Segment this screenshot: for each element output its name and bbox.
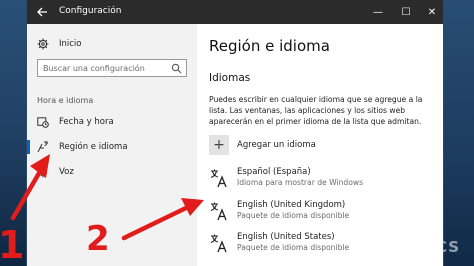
sidebar-item-label: Voz [59,167,74,177]
sidebar-item-date-time[interactable]: Fecha y hora [27,112,197,132]
maximize-button[interactable]: ☐ [393,0,419,24]
arrow-left-icon [37,7,47,17]
search-input[interactable]: Buscar una configuración [37,59,187,77]
gear-icon [37,38,49,50]
close-icon: ✕ [427,6,437,18]
minimize-icon: — [373,6,383,18]
language-name: English (United States) [237,232,335,242]
sidebar-item-label: Región e idioma [59,142,128,152]
section-label: Hora e idioma [37,96,94,105]
settings-window: Configuración — ☐ ✕ Inicio Buscar una co… [26,0,444,266]
language-name: Español (España) [237,167,311,177]
window-title: Configuración [59,6,122,16]
sidebar-item-home[interactable]: Inicio [37,37,82,51]
add-language-button[interactable]: + Agregar un idioma [209,134,316,156]
desktop-background-right [444,0,474,266]
close-button[interactable]: ✕ [419,0,443,24]
region-language-icon [37,141,48,153]
maximize-icon: ☐ [401,6,411,18]
sidebar: Inicio Buscar una configuración Hora e i… [27,24,197,266]
languages-description: Puedes escribir en cualquier idioma que … [209,95,423,126]
back-button[interactable] [33,3,51,21]
search-icon[interactable] [171,63,182,74]
page-title: Región e idioma [209,37,330,55]
calendar-clock-icon [37,117,49,128]
watermark: CS [436,238,461,256]
main-content: Región e idioma Idiomas Puedes escribir … [197,24,443,266]
language-detail: Paquete de idioma disponible [237,211,350,220]
add-language-label: Agregar un idioma [237,140,316,150]
language-icon [210,202,227,221]
language-name: English (United Kingdom) [237,200,346,210]
microphone-icon [39,166,47,178]
language-detail: Idioma para mostrar de Windows [237,178,364,187]
sidebar-item-voice[interactable]: Voz [27,162,197,182]
plus-icon: + [209,135,229,155]
language-item-en-gb[interactable]: English (United Kingdom) Paquete de idio… [209,200,439,224]
active-indicator [27,140,30,154]
search-placeholder: Buscar una configuración [43,64,145,73]
title-bar: Configuración — ☐ ✕ [27,0,443,24]
desktop-background-left [0,0,26,266]
language-icon [210,234,227,253]
language-item-en-us[interactable]: English (United States) Paquete de idiom… [209,232,439,256]
sidebar-item-region-language[interactable]: Región e idioma [27,137,197,157]
language-item-es-es[interactable]: Español (España) Idioma para mostrar de … [209,167,439,191]
sidebar-item-label: Fecha y hora [59,117,114,127]
minimize-button[interactable]: — [365,0,391,24]
language-detail: Paquete de idioma disponible [237,243,350,252]
sidebar-home-label: Inicio [59,39,82,49]
language-icon [210,169,227,188]
section-heading-languages: Idiomas [209,72,251,84]
